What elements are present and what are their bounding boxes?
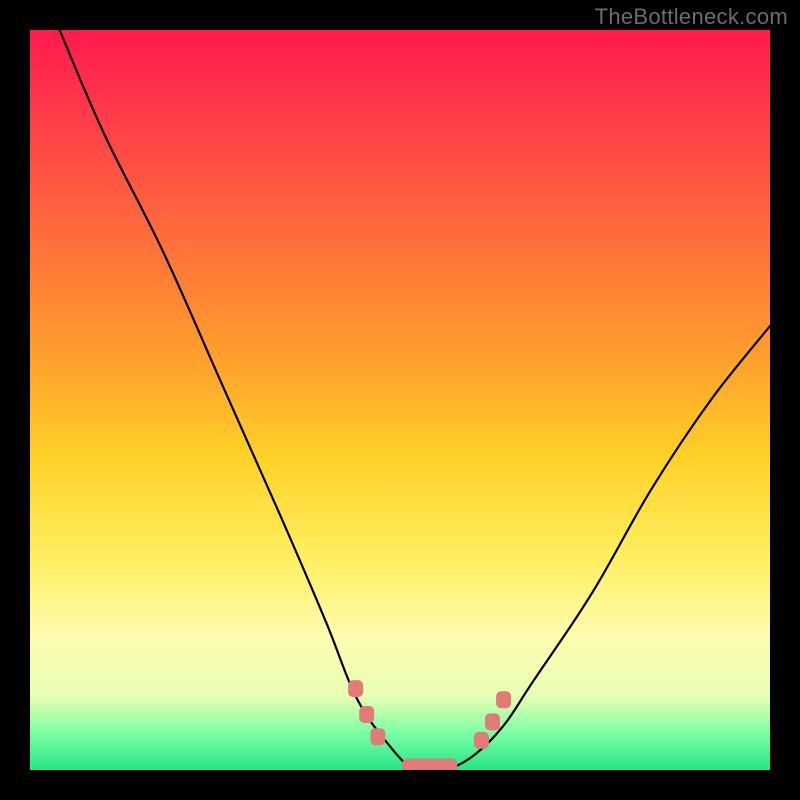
watermark-label: TheBottleneck.com xyxy=(595,4,788,30)
curve-marker xyxy=(485,713,500,730)
curve-marker xyxy=(370,728,385,745)
curve-marker xyxy=(359,706,374,723)
bottleneck-curve xyxy=(60,30,770,770)
curve-bottom-dash xyxy=(402,759,458,770)
chart-svg xyxy=(30,30,770,770)
chart-frame: TheBottleneck.com xyxy=(0,0,800,800)
curve-marker xyxy=(496,691,511,708)
chart-plot-area xyxy=(30,30,770,770)
curve-marker xyxy=(474,732,489,749)
curve-marker xyxy=(348,680,363,697)
